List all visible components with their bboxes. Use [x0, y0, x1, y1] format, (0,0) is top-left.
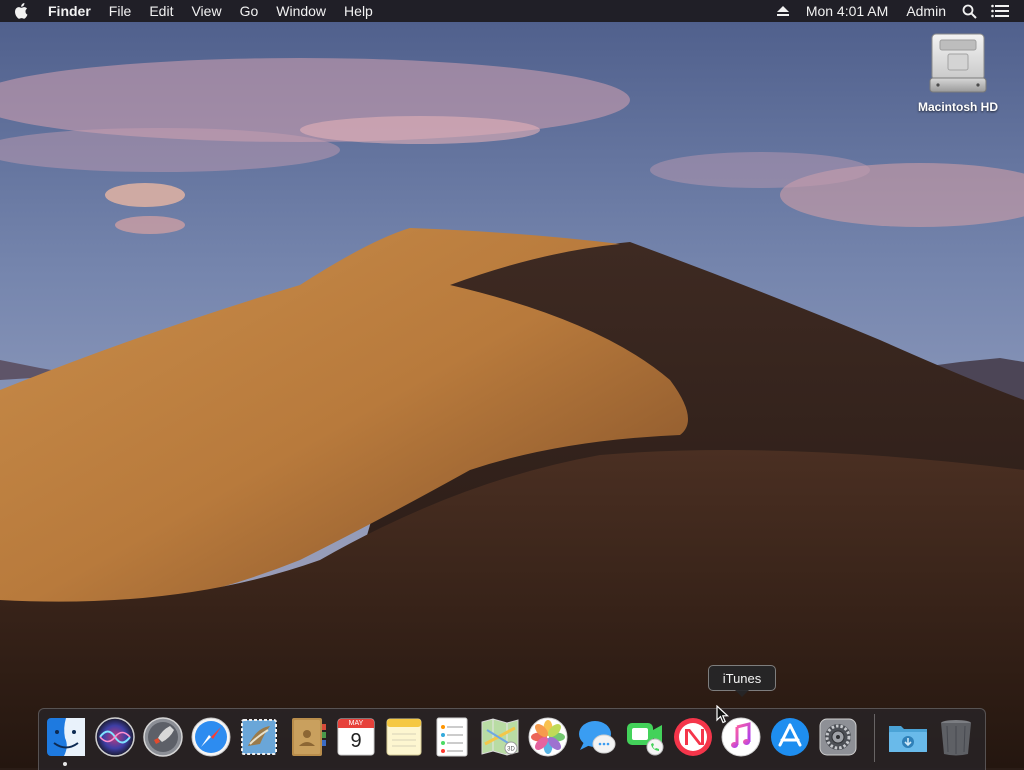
- trash-icon[interactable]: [935, 716, 977, 758]
- finder-icon[interactable]: [45, 716, 87, 758]
- menu-user[interactable]: Admin: [897, 0, 955, 22]
- contacts-icon[interactable]: [287, 716, 329, 758]
- spotlight-search-icon[interactable]: [955, 0, 984, 22]
- menu-go[interactable]: Go: [231, 0, 268, 22]
- facetime-icon[interactable]: [624, 716, 666, 758]
- notes-icon[interactable]: [383, 716, 425, 758]
- dock-tooltip-arrow: [735, 690, 749, 697]
- system-preferences-icon[interactable]: [817, 716, 859, 758]
- desktop-icon-macintosh-hd[interactable]: Macintosh HD: [910, 30, 1006, 114]
- running-indicator: [63, 762, 67, 766]
- reminders-icon[interactable]: [431, 716, 473, 758]
- calendar-day: 9: [350, 730, 362, 752]
- messages-icon[interactable]: [576, 716, 618, 758]
- menu-file[interactable]: File: [100, 0, 141, 22]
- maps-icon[interactable]: 3D: [479, 716, 521, 758]
- desktop-wallpaper: [0, 0, 1024, 768]
- apple-menu-icon[interactable]: [14, 3, 30, 19]
- desktop-icon-label: Macintosh HD: [917, 100, 998, 114]
- safari-icon[interactable]: [190, 716, 232, 758]
- downloads-folder-icon[interactable]: [887, 716, 929, 758]
- menu-help[interactable]: Help: [335, 0, 382, 22]
- menu-clock[interactable]: Mon 4:01 AM: [797, 0, 898, 22]
- calendar-month: MAY: [348, 720, 364, 727]
- app-store-icon[interactable]: [769, 716, 811, 758]
- hard-drive-icon: [928, 30, 988, 96]
- menu-app-name[interactable]: Finder: [39, 0, 100, 22]
- news-icon[interactable]: [672, 716, 714, 758]
- notification-center-icon[interactable]: [984, 0, 1016, 22]
- menu-edit[interactable]: Edit: [140, 0, 182, 22]
- eject-icon[interactable]: [769, 0, 797, 22]
- mail-icon[interactable]: [238, 716, 280, 758]
- dock-separator: [874, 714, 875, 762]
- siri-icon[interactable]: [94, 716, 136, 758]
- launchpad-icon[interactable]: [142, 716, 184, 758]
- menu-view[interactable]: View: [182, 0, 230, 22]
- dock-tooltip: iTunes: [708, 665, 776, 691]
- menu-window[interactable]: Window: [267, 0, 335, 22]
- mouse-cursor-icon: [716, 704, 730, 730]
- calendar-icon[interactable]: MAY 9: [335, 716, 377, 758]
- menu-bar: Finder File Edit View Go Window Help Mon…: [0, 0, 1024, 22]
- photos-icon[interactable]: [527, 716, 569, 758]
- svg-text:3D: 3D: [507, 747, 515, 753]
